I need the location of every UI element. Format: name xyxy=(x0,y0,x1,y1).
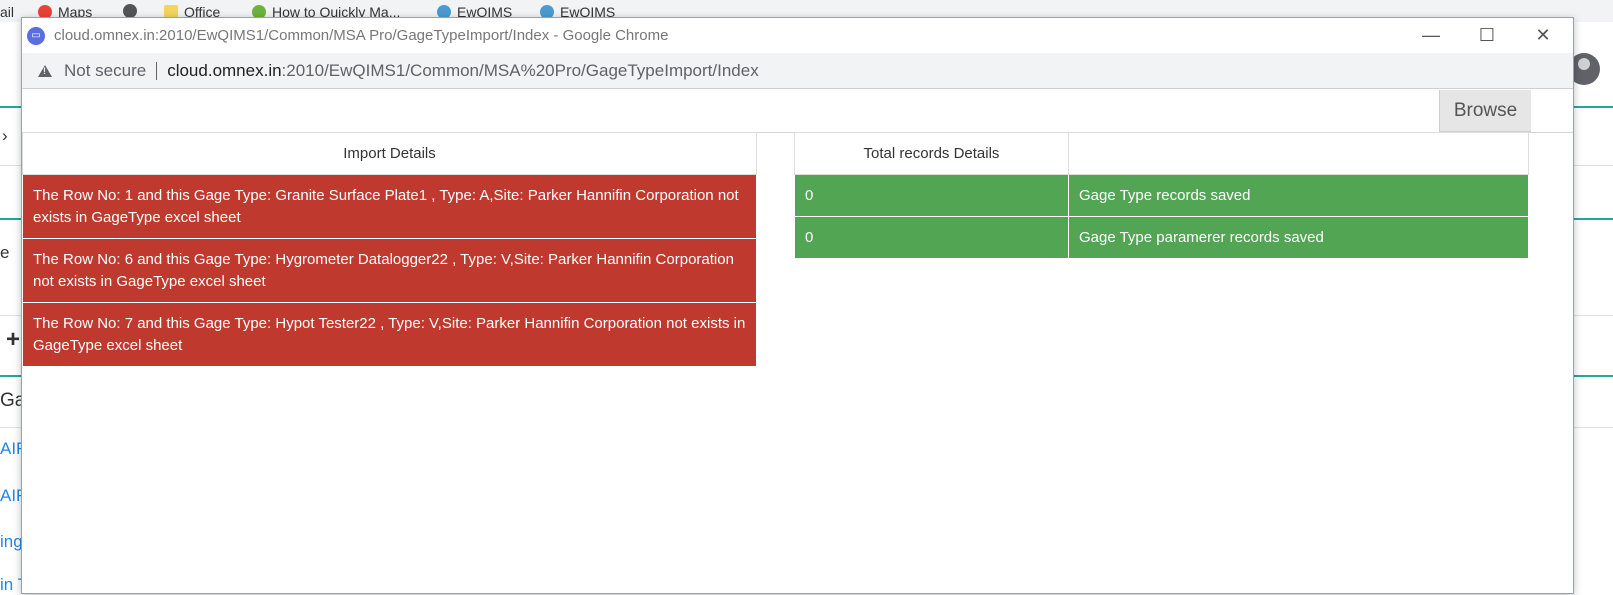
chevron-right-icon[interactable]: › xyxy=(2,126,8,146)
record-count: 0 xyxy=(794,216,1069,259)
app-icon: ▭ xyxy=(27,26,45,45)
security-status[interactable]: Not secure xyxy=(64,61,146,81)
globe-icon xyxy=(123,4,137,18)
address-separator xyxy=(156,61,158,80)
close-button[interactable]: ✕ xyxy=(1515,18,1571,53)
table-row: The Row No: 6 and this Gage Type: Hygrom… xyxy=(22,238,757,303)
bookmark-partial[interactable]: ail xyxy=(0,4,14,20)
table-row: 0 Gage Type records saved xyxy=(794,174,1529,217)
address-bar[interactable]: Not secure cloud.omnex.in:2010/EwQIMS1/C… xyxy=(22,53,1573,89)
maximize-button[interactable]: ☐ xyxy=(1459,18,1515,53)
records-details-table: Total records Details 0 Gage Type record… xyxy=(794,132,1529,259)
popup-window: ▭ cloud.omnex.in:2010/EwQIMS1/Common/MSA… xyxy=(21,17,1574,594)
minimize-icon: — xyxy=(1422,25,1440,45)
close-icon: ✕ xyxy=(1535,25,1551,45)
warning-icon[interactable] xyxy=(38,64,52,77)
url-path: :2010/EwQIMS1/Common/MSA%20Pro/GageTypeI… xyxy=(281,60,759,80)
table-row: The Row No: 1 and this Gage Type: Granit… xyxy=(22,174,757,239)
background-link[interactable]: ing xyxy=(0,532,23,552)
url-text[interactable]: cloud.omnex.in:2010/EwQIMS1/Common/MSA%2… xyxy=(167,61,759,81)
import-details-table: Import Details The Row No: 1 and this Ga… xyxy=(22,132,757,367)
import-error-message: The Row No: 1 and this Gage Type: Granit… xyxy=(22,174,757,239)
record-label: Gage Type records saved xyxy=(1068,174,1529,217)
window-titlebar[interactable]: ▭ cloud.omnex.in:2010/EwQIMS1/Common/MSA… xyxy=(22,18,1573,53)
record-label: Gage Type paramerer records saved xyxy=(1068,216,1529,259)
minimize-button[interactable]: — xyxy=(1403,18,1459,53)
records-details-header-blank xyxy=(1068,132,1529,175)
file-upload-row: Browse xyxy=(22,90,1573,133)
record-count: 0 xyxy=(794,174,1069,217)
maximize-icon: ☐ xyxy=(1478,25,1496,45)
url-host: cloud.omnex.in xyxy=(167,60,282,80)
records-details-header: Total records Details xyxy=(794,132,1069,175)
file-path-input[interactable] xyxy=(22,90,1437,130)
table-row: 0 Gage Type paramerer records saved xyxy=(794,216,1529,259)
bookmark-label: ail xyxy=(0,4,15,20)
background-text-fragment: e xyxy=(0,243,10,262)
import-error-message: The Row No: 7 and this Gage Type: Hypot … xyxy=(22,302,757,367)
bookmark-globe[interactable] xyxy=(123,4,137,18)
import-details-header: Import Details xyxy=(22,132,757,175)
table-row: The Row No: 7 and this Gage Type: Hypot … xyxy=(22,302,757,367)
add-icon[interactable]: + xyxy=(6,326,20,354)
browse-button[interactable]: Browse xyxy=(1439,90,1531,132)
import-error-message: The Row No: 6 and this Gage Type: Hygrom… xyxy=(22,238,757,303)
window-title: cloud.omnex.in:2010/EwQIMS1/Common/MSA P… xyxy=(54,27,669,44)
